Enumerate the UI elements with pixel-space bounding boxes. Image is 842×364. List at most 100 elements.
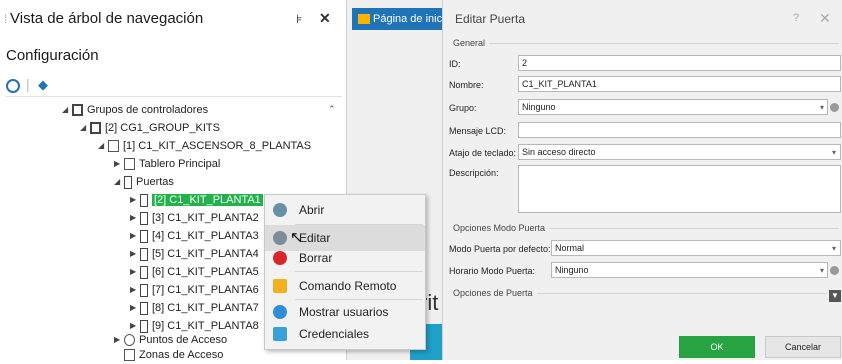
- menu-item-credentials[interactable]: Credenciales: [265, 321, 425, 347]
- cancel-button[interactable]: Cancelar: [765, 336, 841, 358]
- credentials-icon: [273, 327, 287, 341]
- expand-arrow-icon[interactable]: ▶: [130, 263, 140, 281]
- tree-node-doors[interactable]: ◢ Puertas: [114, 173, 174, 191]
- name-field[interactable]: C1_KIT_PLANTA1: [518, 76, 841, 92]
- tree-node-controller-groups[interactable]: ◢ Grupos de controladores: [62, 101, 208, 119]
- open-icon: [273, 203, 287, 217]
- door-icon: [140, 265, 148, 279]
- group-label: Grupo:: [449, 103, 477, 113]
- menu-item-label: Borrar: [299, 251, 333, 265]
- expand-arrow-icon[interactable]: ▶: [114, 331, 124, 349]
- tree-node-label-selected: [2] C1_KIT_PLANTA1: [152, 194, 263, 207]
- door-mode-section-label: Opciones Modo Puerta: [447, 223, 550, 233]
- shortcut-select[interactable]: Sin acceso directo: [518, 144, 841, 160]
- menu-item-remote-command[interactable]: Comando Remoto: [265, 273, 425, 299]
- tree-node-door-planta3[interactable]: ▶ [4] C1_KIT_PLANTA3: [130, 227, 259, 245]
- tree-node-label: [1] C1_KIT_ASCENSOR_8_PLANTAS: [123, 140, 312, 153]
- tree-node-access-zones[interactable]: Zonas de Acceso: [124, 346, 223, 364]
- close-dialog-button[interactable]: ✕: [819, 10, 831, 27]
- default-mode-select[interactable]: Normal: [551, 240, 841, 256]
- collapse-arrow-icon[interactable]: ◢: [80, 119, 90, 137]
- edit-icon: [273, 231, 287, 245]
- tree-node-door-planta2[interactable]: ▶ [3] C1_KIT_PLANTA2: [130, 209, 259, 227]
- access-zone-icon: [124, 349, 135, 362]
- toolbar-separator: |: [26, 76, 30, 92]
- menu-item-label: Comando Remoto: [299, 279, 397, 293]
- menu-item-delete[interactable]: Borrar: [265, 245, 425, 271]
- collapse-arrow-icon[interactable]: ◢: [62, 101, 72, 119]
- ok-button[interactable]: OK: [679, 336, 755, 358]
- tab-home-label: Página de inicio: [373, 13, 442, 25]
- configuration-label: Configuración: [6, 47, 99, 64]
- clear-icon[interactable]: [830, 266, 839, 275]
- schedule-label: Horario Modo Puerta:: [449, 266, 536, 276]
- tree-node-label: [5] C1_KIT_PLANTA4: [152, 248, 259, 261]
- door-icon: [140, 247, 148, 261]
- lcd-message-label: Mensaje LCD:: [449, 126, 507, 136]
- tree-node-label: [6] C1_KIT_PLANTA5: [152, 266, 259, 279]
- clear-icon[interactable]: [830, 103, 839, 112]
- expand-arrow-icon[interactable]: ▶: [114, 155, 124, 173]
- scroll-up-arrow-icon[interactable]: ⌃: [328, 104, 336, 115]
- tree-node-door-planta1[interactable]: ▶ [2] C1_KIT_PLANTA1: [130, 191, 263, 209]
- id-field[interactable]: 2: [518, 55, 841, 71]
- tree-node-label: Zonas de Acceso: [139, 349, 224, 362]
- refresh-icon[interactable]: [6, 79, 20, 93]
- expand-arrow-icon[interactable]: ▶: [130, 245, 140, 263]
- general-section-label: General: [447, 38, 490, 48]
- chevron-down-icon[interactable]: ▾: [832, 148, 836, 157]
- pin-icon[interactable]: ⊧: [296, 12, 302, 26]
- menu-item-open[interactable]: Abrir: [265, 197, 425, 223]
- menu-separator: [295, 271, 423, 272]
- schedule-select[interactable]: Ninguno: [551, 262, 828, 278]
- mouse-cursor-icon: ↖: [290, 229, 303, 246]
- tree-node-door-planta6[interactable]: ▶ [7] C1_KIT_PLANTA6: [130, 281, 259, 299]
- board-icon: [124, 158, 135, 171]
- expand-arrow-icon[interactable]: ▶: [130, 191, 140, 209]
- users-icon: [273, 305, 287, 319]
- collapse-arrow-icon[interactable]: ◢: [114, 173, 124, 191]
- controller-group-icon: [72, 104, 83, 117]
- help-icon[interactable]: ?: [793, 12, 799, 24]
- tree-node-door-planta7[interactable]: ▶ [8] C1_KIT_PLANTA7: [130, 299, 259, 317]
- tree-node-door-planta5[interactable]: ▶ [6] C1_KIT_PLANTA5: [130, 263, 259, 281]
- tree-node-group-kits[interactable]: ◢ [2] CG1_GROUP_KITS: [80, 119, 220, 137]
- tree-node-door-planta4[interactable]: ▶ [5] C1_KIT_PLANTA4: [130, 245, 259, 263]
- access-point-icon: [124, 334, 135, 347]
- tree-node-label: Grupos de controladores: [87, 104, 209, 117]
- description-label: Descripción:: [449, 168, 499, 178]
- navigate-icon[interactable]: ◆: [38, 77, 48, 93]
- tree-toolbar: | ◆: [6, 76, 106, 96]
- dialog-title: Editar Puerta: [455, 12, 526, 26]
- tree-node-label: Puntos de Acceso: [139, 334, 228, 347]
- expand-arrow-icon[interactable]: ▶: [130, 299, 140, 317]
- tab-home-page[interactable]: Página de inicio: [352, 8, 442, 30]
- expand-arrow-icon[interactable]: ▶: [130, 227, 140, 245]
- door-icon: [140, 211, 148, 225]
- tree-node-label: [7] C1_KIT_PLANTA6: [152, 284, 259, 297]
- controller-icon: [108, 140, 119, 153]
- tree-node-label: [3] C1_KIT_PLANTA2: [152, 212, 259, 225]
- door-icon: [140, 301, 148, 315]
- id-label: ID:: [449, 59, 461, 69]
- expand-arrow-icon[interactable]: ▶: [130, 209, 140, 227]
- chevron-down-icon[interactable]: ▾: [820, 266, 824, 275]
- expand-section-icon[interactable]: ▼: [829, 290, 841, 302]
- name-label: Nombre:: [449, 80, 484, 90]
- tree-panel-title: Vista de árbol de navegación: [10, 10, 204, 27]
- description-textarea[interactable]: [518, 165, 841, 213]
- menu-item-label: Abrir: [299, 203, 325, 217]
- tree-node-main-board[interactable]: ▶ Tablero Principal: [114, 155, 220, 173]
- door-options-section-label: Opciones de Puerta: [447, 288, 537, 298]
- chevron-down-icon[interactable]: ▾: [832, 244, 836, 253]
- chevron-down-icon[interactable]: ▾: [820, 103, 824, 112]
- tree-node-controller[interactable]: ◢ [1] C1_KIT_ASCENSOR_8_PLANTAS: [98, 137, 311, 155]
- lcd-message-field[interactable]: [518, 122, 841, 138]
- expand-arrow-icon[interactable]: ▶: [130, 281, 140, 299]
- door-icon: [140, 283, 148, 297]
- close-panel-button[interactable]: ✕: [319, 10, 331, 27]
- tree-panel-titlebar: ⁞ Vista de árbol de navegación ⊧ ✕: [0, 0, 346, 38]
- collapse-arrow-icon[interactable]: ◢: [98, 137, 108, 155]
- group-select[interactable]: Ninguno: [518, 99, 828, 115]
- edit-door-dialog: Editar Puerta ? ✕ General ID: 2 Nombre: …: [442, 0, 842, 360]
